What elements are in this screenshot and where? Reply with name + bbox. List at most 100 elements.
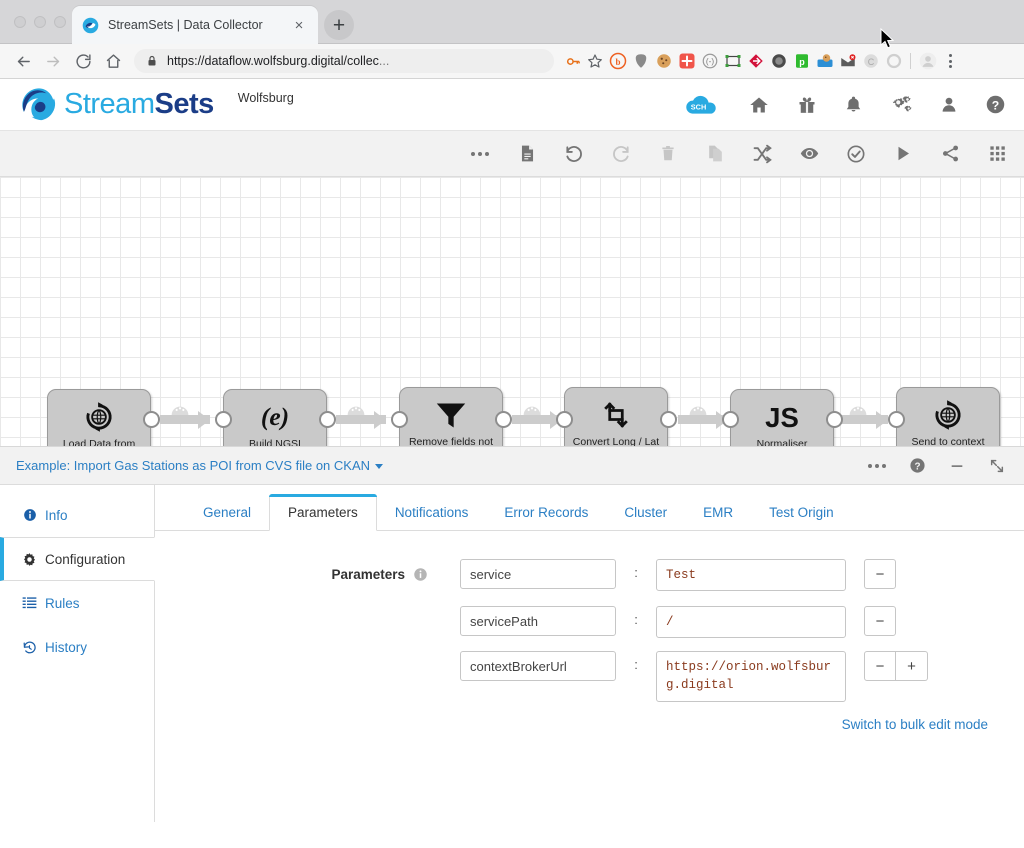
parameters-label-spacer xyxy=(155,651,460,659)
diamond-red-icon[interactable] xyxy=(744,50,767,72)
start-icon[interactable] xyxy=(892,143,914,165)
parameter-key-input-1[interactable] xyxy=(460,606,616,636)
stage-output-port-5[interactable] xyxy=(826,411,843,428)
remove-parameter-button-1[interactable]: − xyxy=(864,606,896,636)
detail-minimize-icon[interactable] xyxy=(946,455,968,477)
sidebar-item-rules[interactable]: Rules xyxy=(0,581,154,625)
p-green-icon[interactable]: p xyxy=(790,50,813,72)
parameters-label-group: Parameters xyxy=(155,559,460,582)
stage-input-port-5[interactable] xyxy=(722,411,739,428)
validate-icon[interactable] xyxy=(845,143,867,165)
share-icon[interactable] xyxy=(939,143,961,165)
minimize-window-button[interactable] xyxy=(34,16,46,28)
sch-cloud-badge[interactable]: SCH xyxy=(683,92,721,118)
browser-menu-icon[interactable] xyxy=(939,54,961,68)
grid-icon[interactable] xyxy=(986,143,1008,165)
stage-input-port-4[interactable] xyxy=(556,411,573,428)
parameter-value-input-2[interactable]: https://orion.wolfsburg.digital xyxy=(656,651,846,701)
streamsets-logo[interactable]: StreamSets xyxy=(18,85,214,125)
new-tab-button[interactable]: + xyxy=(324,10,354,40)
bookmark-star-icon[interactable] xyxy=(584,53,606,69)
duplicate-icon[interactable] xyxy=(704,143,726,165)
credentials-key-icon[interactable] xyxy=(562,54,584,69)
close-icon[interactable]: × xyxy=(290,16,308,34)
stage-normaliser[interactable]: JS Normaliser xyxy=(730,389,834,447)
tab-error-records[interactable]: Error Records xyxy=(486,494,606,530)
stage-input-port-6[interactable] xyxy=(888,411,905,428)
chevron-down-icon[interactable] xyxy=(375,464,383,469)
cookie-blue-icon[interactable] xyxy=(813,50,836,72)
maximize-window-button[interactable] xyxy=(54,16,66,28)
close-window-button[interactable] xyxy=(14,16,26,28)
detail-help-icon[interactable]: ? xyxy=(906,455,928,477)
tab-emr[interactable]: EMR xyxy=(685,494,751,530)
parameter-key-input-0[interactable] xyxy=(460,559,616,589)
sidebar-item-history[interactable]: History xyxy=(0,625,154,669)
window-traffic-lights[interactable] xyxy=(14,16,66,28)
pipeline-title[interactable]: Example: Import Gas Stations as POI from… xyxy=(16,458,383,473)
notes-icon[interactable] xyxy=(516,143,538,165)
dark-circle-icon[interactable] xyxy=(767,50,790,72)
user-icon[interactable] xyxy=(940,94,958,115)
forward-icon[interactable] xyxy=(38,46,68,76)
bitly-icon[interactable]: b xyxy=(606,50,629,72)
home-icon[interactable] xyxy=(98,46,128,76)
plus-red-icon[interactable] xyxy=(675,50,698,72)
o-grey-icon[interactable] xyxy=(882,50,905,72)
remove-parameter-button-2[interactable]: − xyxy=(864,651,896,681)
bell-icon[interactable] xyxy=(844,94,863,115)
stage-convert-long-lat[interactable]: Convert Long / Lat to number xyxy=(564,387,668,447)
tab-test-origin[interactable]: Test Origin xyxy=(751,494,852,530)
delete-icon[interactable] xyxy=(657,143,679,165)
redo-icon[interactable] xyxy=(610,143,632,165)
shuffle-icon[interactable] xyxy=(751,143,773,165)
screenshot-frame-icon[interactable] xyxy=(721,50,744,72)
sidebar-item-info[interactable]: Info xyxy=(0,493,154,537)
parameter-row: : / − xyxy=(155,606,1024,638)
sidebar-item-configuration[interactable]: Configuration xyxy=(0,537,155,581)
stage-output-port-1[interactable] xyxy=(143,411,160,428)
stage-send-to-context-broker[interactable]: Send to context broker (update) xyxy=(896,387,1000,447)
preview-icon[interactable] xyxy=(798,143,820,165)
parameter-value-input-1[interactable]: / xyxy=(656,606,846,638)
info-tooltip-icon[interactable] xyxy=(413,567,428,582)
stage-label: Send to context broker (update) xyxy=(897,436,999,447)
c-grey-icon[interactable]: C xyxy=(859,50,882,72)
switch-to-bulk-edit-link[interactable]: Switch to bulk edit mode xyxy=(155,717,1024,732)
mail-red-icon[interactable] xyxy=(836,50,859,72)
reload-icon[interactable] xyxy=(68,46,98,76)
browser-tab[interactable]: StreamSets | Data Collector × xyxy=(72,6,318,44)
stage-input-port-2[interactable] xyxy=(215,411,232,428)
add-parameter-button-2[interactable]: + xyxy=(896,651,928,681)
parameter-key-input-2[interactable] xyxy=(460,651,616,681)
tab-notifications[interactable]: Notifications xyxy=(377,494,487,530)
back-icon[interactable] xyxy=(8,46,38,76)
stage-output-port-4[interactable] xyxy=(660,411,677,428)
stage-remove-fields[interactable]: Remove fields not used in the NGSI xyxy=(399,387,503,447)
home-icon[interactable] xyxy=(748,95,770,115)
pocket-icon[interactable] xyxy=(629,50,652,72)
connector-arrow-1 xyxy=(198,411,210,429)
stage-output-port-2[interactable] xyxy=(319,411,336,428)
stage-input-port-3[interactable] xyxy=(391,411,408,428)
help-icon[interactable]: ? xyxy=(985,94,1006,115)
detail-expand-icon[interactable] xyxy=(986,455,1008,477)
detail-more-icon[interactable] xyxy=(866,455,888,477)
stage-output-port-3[interactable] xyxy=(495,411,512,428)
cookie-icon[interactable] xyxy=(652,50,675,72)
parameter-value-input-0[interactable]: Test xyxy=(656,559,846,591)
more-actions-icon[interactable] xyxy=(469,143,491,165)
circle-dash-icon[interactable]: (-) xyxy=(698,50,721,72)
address-bar[interactable]: https://dataflow.wolfsburg.digital/colle… xyxy=(134,49,554,73)
undo-icon[interactable] xyxy=(563,143,585,165)
stage-load-data-from-ckan[interactable]: Load Data from CKAN xyxy=(47,389,151,447)
tab-parameters[interactable]: Parameters xyxy=(269,494,377,531)
tab-general[interactable]: General xyxy=(185,494,269,530)
remove-parameter-button-0[interactable]: − xyxy=(864,559,896,589)
stage-build-ngsi-keyvalue-model[interactable]: (e) Build NGSI keyValue model xyxy=(223,389,327,447)
profile-avatar-icon[interactable] xyxy=(916,50,939,72)
gears-icon[interactable] xyxy=(890,94,913,115)
gift-icon[interactable] xyxy=(797,94,817,115)
pipeline-canvas[interactable]: Load Data from CKAN (e) Build NGSI keyVa… xyxy=(0,177,1024,447)
tab-cluster[interactable]: Cluster xyxy=(606,494,685,530)
